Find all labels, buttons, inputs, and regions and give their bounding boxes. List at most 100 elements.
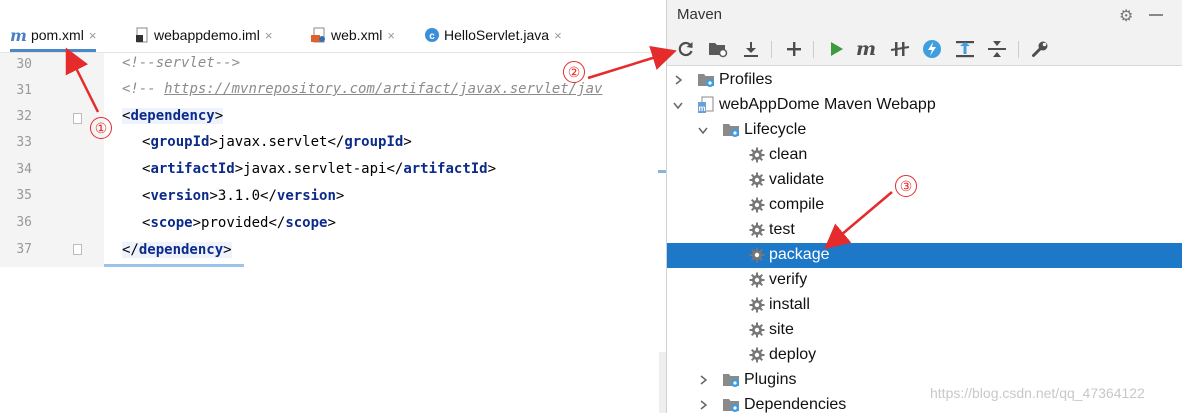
java-class-icon: c (424, 27, 440, 43)
plugins-folder-icon (722, 371, 740, 389)
tree-node-label: webAppDome Maven Webapp (719, 96, 936, 113)
line-number: 30 (16, 57, 32, 72)
tree-node-plugins[interactable]: Plugins (667, 368, 1182, 393)
tree-node-project[interactable]: m webAppDome Maven Webapp (667, 93, 1182, 118)
close-icon[interactable]: × (89, 28, 97, 43)
settings-wrench-icon[interactable] (1029, 38, 1051, 60)
line-number: 34 (16, 162, 32, 177)
maven-project-icon: m (697, 96, 715, 114)
tree-node-goal-verify[interactable]: verify (667, 268, 1182, 293)
gear-icon (748, 321, 766, 339)
line-number: 32 (16, 109, 32, 124)
tree-node-label: validate (769, 171, 825, 188)
tab-label: pom.xml (30, 27, 84, 43)
gear-icon[interactable]: ⚙ (1119, 6, 1133, 26)
tree-node-label: compile (769, 196, 825, 213)
bracket-match-underline (104, 264, 244, 267)
reimport-icon[interactable] (675, 38, 697, 60)
tree-node-label: Profiles (719, 71, 773, 88)
code-line: <!-- https://mvnrepository.com/artifact/… (122, 77, 602, 102)
tree-node-label: package (769, 246, 830, 263)
tree-node-profiles[interactable]: Profiles (667, 68, 1182, 93)
collapse-all-icon[interactable] (986, 38, 1008, 60)
chevron-right-icon[interactable] (698, 400, 708, 410)
minimize-icon[interactable] (1149, 14, 1163, 16)
svg-text:c: c (429, 31, 435, 42)
xml-tag: scope (150, 215, 193, 231)
tab-helloservlet-java[interactable]: c HelloServlet.java × (424, 22, 562, 48)
run-icon[interactable] (825, 38, 847, 60)
line-number: 31 (16, 83, 32, 98)
tab-webappdemo-iml[interactable]: webappdemo.iml × (136, 22, 272, 48)
xml-value: javax.servlet (217, 134, 328, 150)
tree-node-goal-test[interactable]: test (667, 218, 1182, 243)
tree-node-goal-compile[interactable]: compile (667, 193, 1182, 218)
xml-tag: groupId (344, 134, 404, 150)
code-line: <dependency> (122, 108, 224, 124)
toggle-offline-icon[interactable] (889, 38, 911, 60)
chevron-right-icon[interactable] (673, 75, 683, 85)
fold-marker[interactable] (73, 244, 82, 255)
line-number: 37 (16, 242, 32, 257)
comment: <!-- (122, 81, 165, 97)
tab-label: HelloServlet.java (444, 27, 550, 43)
add-project-icon[interactable] (783, 38, 805, 60)
gear-icon (748, 346, 766, 364)
iml-file-icon (136, 27, 150, 43)
maven-header: Maven ⚙ (667, 0, 1182, 32)
xml-file-icon (311, 27, 327, 43)
maven-toolbar: m (667, 32, 1182, 66)
code-line: <!--servlet--> (122, 53, 240, 76)
xml-tag: version (276, 188, 336, 204)
gear-icon (748, 171, 766, 189)
generate-sources-icon[interactable] (707, 38, 729, 60)
tab-web-xml[interactable]: web.xml × (311, 22, 395, 48)
chevron-down-icon[interactable] (673, 100, 683, 110)
xml-tag: version (150, 188, 210, 204)
close-icon[interactable]: × (265, 28, 273, 43)
tree-node-label: verify (769, 271, 808, 288)
chevron-right-icon[interactable] (698, 375, 708, 385)
svg-text:m: m (698, 104, 705, 113)
tree-node-goal-clean[interactable]: clean (667, 143, 1182, 168)
gear-icon (748, 146, 766, 164)
download-icon[interactable] (740, 38, 762, 60)
close-icon[interactable]: × (387, 28, 395, 43)
tree-node-dependencies[interactable]: Dependencies (667, 393, 1182, 413)
code-area[interactable]: <!--servlet--> <!-- https://mvnrepositor… (104, 53, 666, 267)
xml-tag: scope (285, 215, 328, 231)
fold-marker[interactable] (73, 113, 82, 124)
tab-pom-xml[interactable]: m pom.xml × (10, 22, 97, 52)
line-number: 35 (16, 188, 32, 203)
xml-value: 3.1.0 (217, 188, 261, 204)
tree-node-goal-validate[interactable]: validate (667, 168, 1182, 193)
close-icon[interactable]: × (554, 28, 562, 43)
tree-node-goal-deploy[interactable]: deploy (667, 343, 1182, 368)
scrollbar-track[interactable] (659, 352, 666, 413)
xml-value: provided (201, 215, 269, 231)
tree-node-goal-install[interactable]: install (667, 293, 1182, 318)
xml-tag: artifactId (150, 161, 235, 177)
tree-node-goal-site[interactable]: site (667, 318, 1182, 343)
tree-node-goal-package[interactable]: package (667, 243, 1182, 268)
skip-tests-icon[interactable] (921, 38, 943, 60)
maven-tool-window: Maven ⚙ m Profiles m webAppDome Maven We… (666, 0, 1182, 413)
profiles-folder-icon (697, 71, 715, 89)
comment-link[interactable]: https://mvnrepository.com/artifact/javax… (164, 81, 602, 97)
tab-label: web.xml (331, 27, 383, 43)
tree-node-label: Dependencies (744, 396, 847, 413)
tree-node-lifecycle[interactable]: Lifecycle (667, 118, 1182, 143)
gear-icon (748, 196, 766, 214)
chevron-down-icon[interactable] (698, 125, 708, 135)
code-line: <artifactId>javax.servlet-api</artifactI… (142, 161, 497, 177)
toolbar-separator (813, 41, 814, 58)
execute-goal-icon[interactable]: m (855, 38, 877, 60)
tab-label: webappdemo.iml (154, 27, 260, 43)
show-dependencies-icon[interactable] (954, 38, 976, 60)
xml-value: javax.servlet-api (243, 161, 387, 177)
gear-icon (748, 271, 766, 289)
code-line: </dependency> (122, 242, 232, 258)
comment: <!--servlet--> (122, 55, 241, 71)
tree-node-label: Plugins (744, 371, 797, 388)
gear-icon (748, 246, 766, 264)
